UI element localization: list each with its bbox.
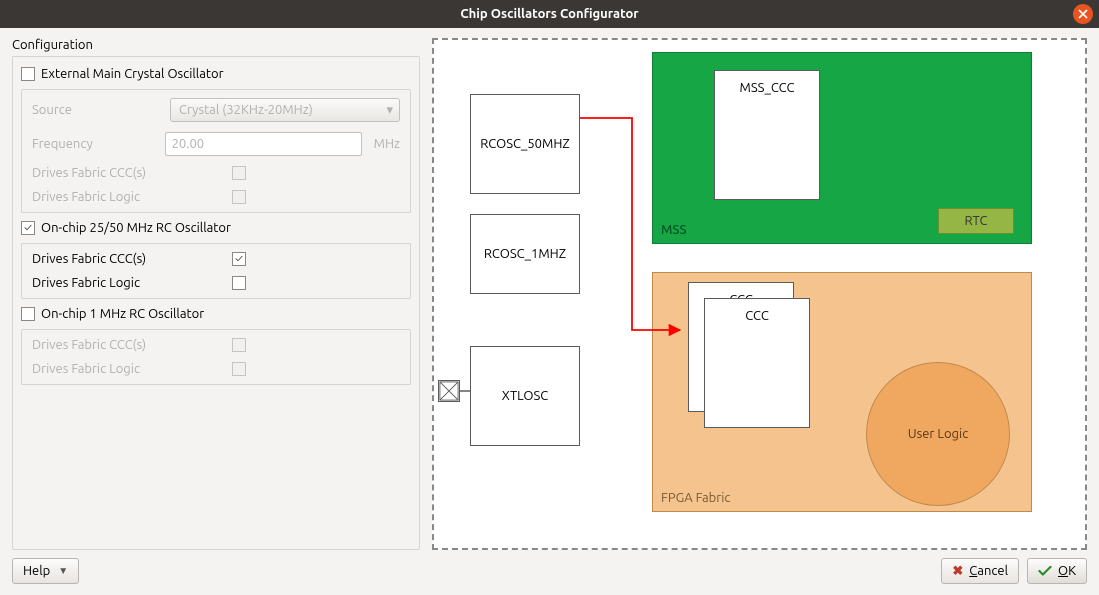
ok-icon: [1038, 566, 1052, 576]
rc2550-drives-ccc-row: Drives Fabric CCC(s): [32, 252, 400, 266]
close-button[interactable]: [1073, 4, 1093, 24]
xtlosc-label: XTLOSC: [502, 389, 549, 403]
rtc-label: RTC: [964, 214, 987, 228]
cancel-button[interactable]: ✖ Cancel: [941, 558, 1019, 584]
rc1-drives-logic-checkbox: [232, 362, 246, 376]
ext-osc-source-combo: Crystal (32KHz-20MHz): [170, 98, 400, 122]
mss-label: MSS: [661, 223, 687, 237]
diagram-canvas: MSS MSS_CCC RTC FPGA Fabric CCC CCC User…: [432, 38, 1087, 550]
ext-osc-freq-unit: MHz: [374, 137, 400, 151]
ext-osc-group: Source Crystal (32KHz-20MHz) Frequency M…: [21, 89, 411, 213]
ccc-label-front: CCC: [745, 309, 769, 323]
ext-osc-drives-ccc-row: Drives Fabric CCC(s): [32, 166, 400, 180]
rcosc-50mhz-block: RCOSC_50MHZ: [470, 94, 580, 194]
mss-ccc-label: MSS_CCC: [740, 81, 795, 95]
ext-osc-freq-input: [165, 132, 362, 156]
rc1-group: Drives Fabric CCC(s) Drives Fabric Logic: [21, 329, 411, 385]
titlebar: Chip Oscillators Configurator: [0, 0, 1099, 28]
help-button[interactable]: Help ▼: [12, 558, 79, 584]
ok-label: OK: [1058, 564, 1076, 578]
window-title: Chip Oscillators Configurator: [460, 7, 638, 21]
configuration-heading: Configuration: [12, 38, 420, 52]
user-logic-circle: User Logic: [866, 362, 1010, 506]
rc1-title: On-chip 1 MHz RC Oscillator: [41, 307, 204, 321]
ext-osc-header: External Main Crystal Oscillator: [21, 63, 411, 85]
chevron-down-icon: ▼: [58, 565, 68, 577]
ext-osc-drives-logic-row: Drives Fabric Logic: [32, 190, 400, 204]
rc1-drives-logic-row: Drives Fabric Logic: [32, 362, 400, 376]
rcosc-50mhz-label: RCOSC_50MHZ: [480, 137, 569, 151]
rcosc-1mhz-label: RCOSC_1MHZ: [484, 247, 566, 261]
rc1-drives-ccc-label: Drives Fabric CCC(s): [32, 338, 232, 352]
rc2550-title: On-chip 25/50 MHz RC Oscillator: [41, 221, 231, 235]
ext-osc-source-label: Source: [32, 103, 162, 117]
rc2550-drives-logic-row: Drives Fabric Logic: [32, 276, 400, 290]
rc1-drives-ccc-checkbox: [232, 338, 246, 352]
ext-osc-drives-ccc-checkbox: [232, 166, 246, 180]
rc2550-header: On-chip 25/50 MHz RC Oscillator: [21, 217, 411, 239]
help-label: Help: [23, 564, 50, 578]
rc1-drives-ccc-row: Drives Fabric CCC(s): [32, 338, 400, 352]
close-icon: [1078, 9, 1088, 19]
rc2550-checkbox[interactable]: [21, 221, 35, 235]
xtlosc-block: XTLOSC: [470, 346, 580, 446]
ok-button[interactable]: OK: [1027, 558, 1087, 584]
rc2550-drives-ccc-label: Drives Fabric CCC(s): [32, 252, 232, 266]
rc2550-drives-logic-checkbox[interactable]: [232, 276, 246, 290]
ext-osc-source-value: Crystal (32KHz-20MHz): [179, 103, 313, 117]
ext-osc-freq-row: Frequency MHz: [32, 132, 400, 156]
rc2550-group: Drives Fabric CCC(s) Drives Fabric Logic: [21, 243, 411, 299]
rc1-header: On-chip 1 MHz RC Oscillator: [21, 303, 411, 325]
fabric-label: FPGA Fabric: [661, 491, 730, 505]
ext-osc-drives-ccc-label: Drives Fabric CCC(s): [32, 166, 232, 180]
ccc-block-front: CCC: [704, 298, 810, 428]
cancel-icon: ✖: [952, 564, 963, 579]
ext-osc-freq-label: Frequency: [32, 137, 157, 151]
xtlosc-pin-icon: [438, 380, 460, 402]
rc2550-drives-logic-label: Drives Fabric Logic: [32, 276, 232, 290]
ext-osc-source-row: Source Crystal (32KHz-20MHz): [32, 98, 400, 122]
ext-osc-checkbox[interactable]: [21, 67, 35, 81]
content-area: Configuration External Main Crystal Osci…: [0, 28, 1099, 550]
rc1-drives-logic-label: Drives Fabric Logic: [32, 362, 232, 376]
rcosc-1mhz-block: RCOSC_1MHZ: [470, 214, 580, 294]
rtc-block: RTC: [938, 208, 1014, 234]
rc2550-drives-ccc-checkbox[interactable]: [232, 252, 246, 266]
ext-osc-drives-logic-checkbox: [232, 190, 246, 204]
footer: Help ▼ ✖ Cancel OK: [0, 550, 1099, 592]
footer-right: ✖ Cancel OK: [941, 558, 1087, 584]
ext-osc-title: External Main Crystal Oscillator: [41, 67, 224, 81]
user-logic-label: User Logic: [908, 427, 969, 441]
mss-ccc-block: MSS_CCC: [714, 70, 820, 200]
configuration-panel: External Main Crystal Oscillator Source …: [12, 56, 420, 550]
configuration-column: Configuration External Main Crystal Osci…: [12, 38, 420, 550]
ext-osc-drives-logic-label: Drives Fabric Logic: [32, 190, 232, 204]
rc1-checkbox[interactable]: [21, 307, 35, 321]
cancel-label: Cancel: [969, 564, 1008, 578]
